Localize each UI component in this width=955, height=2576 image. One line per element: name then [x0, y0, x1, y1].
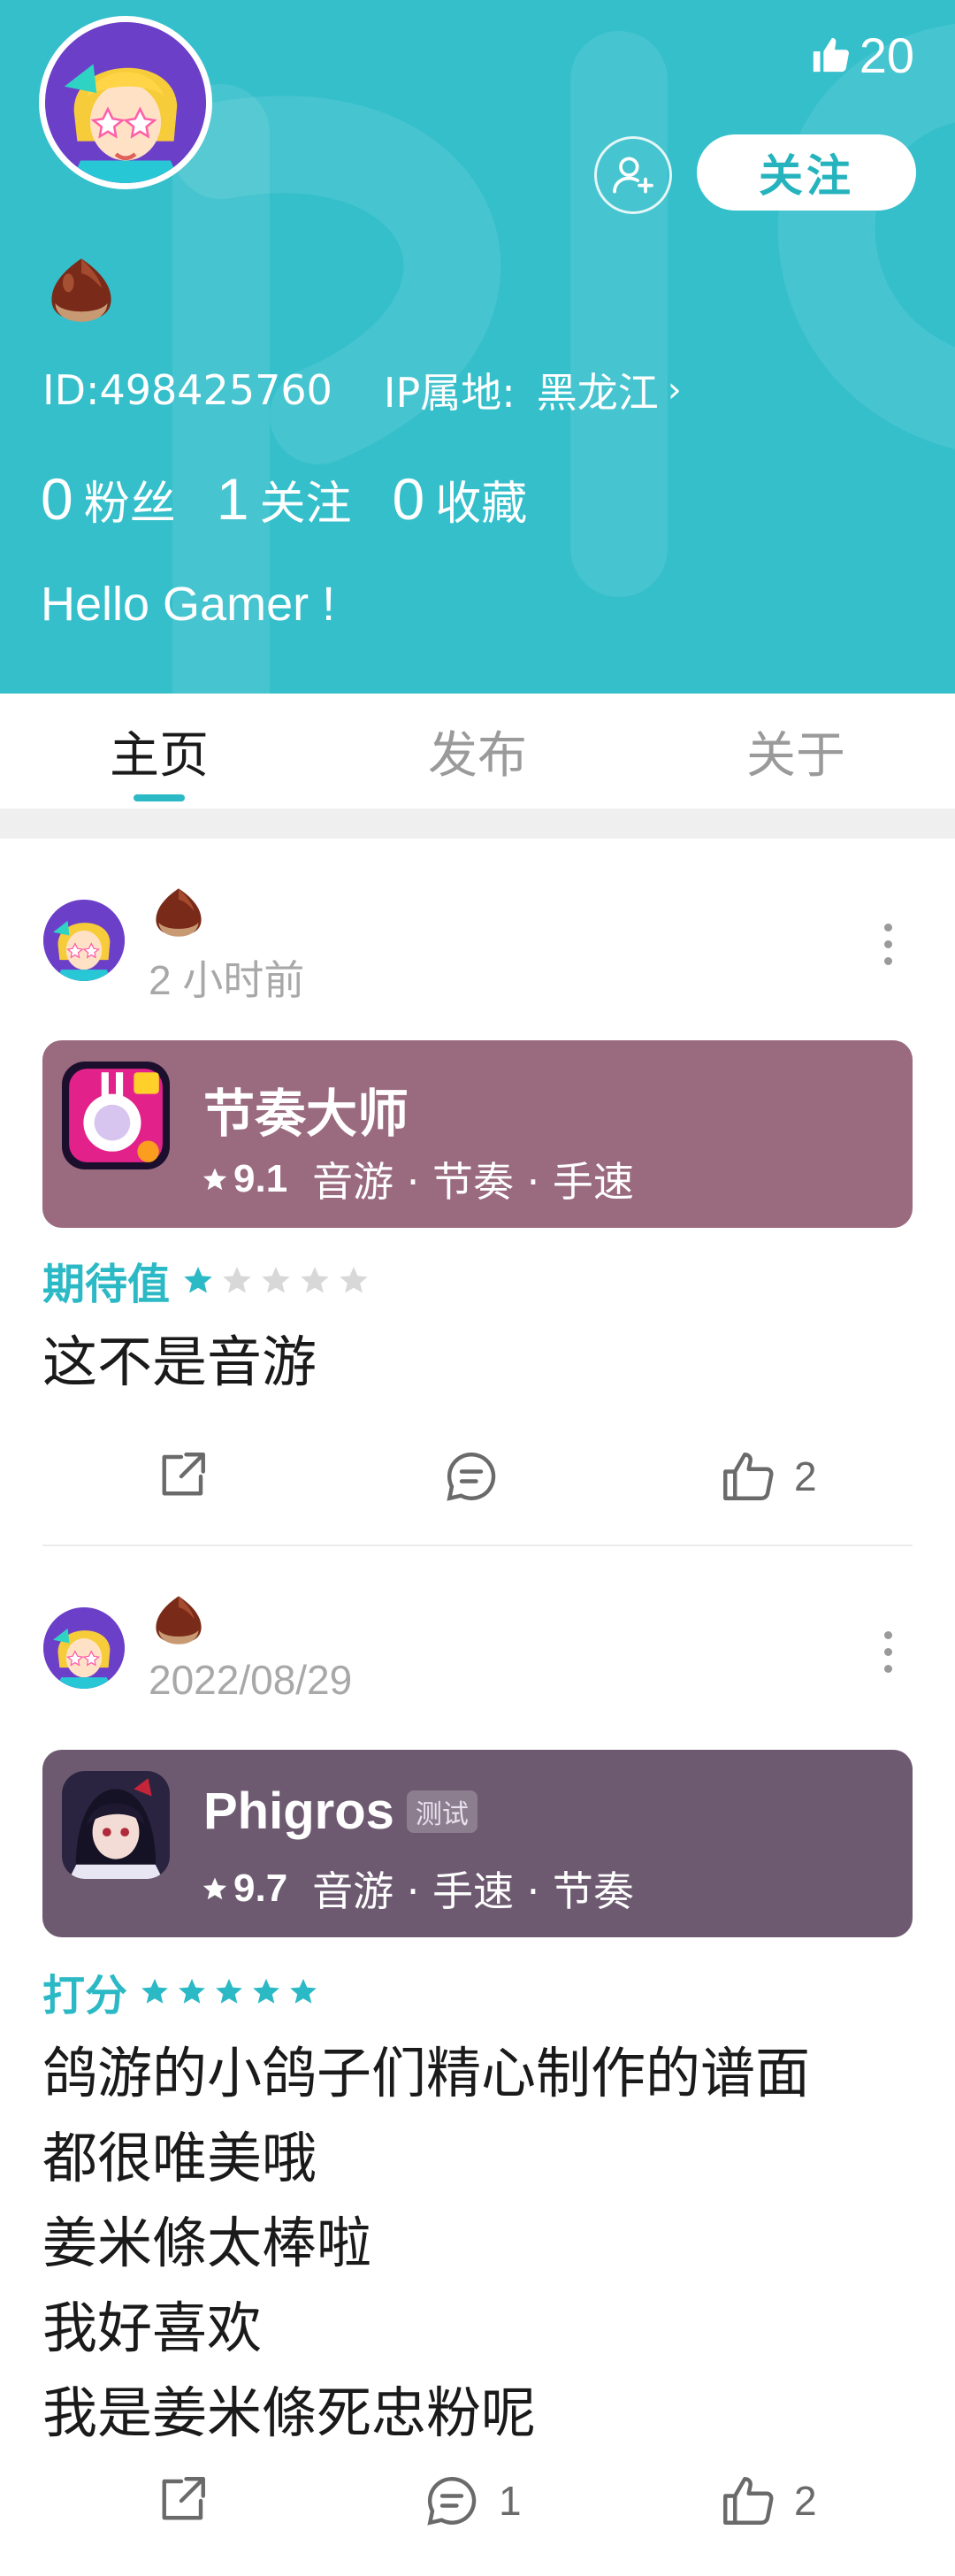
active-tab-indicator: [134, 794, 185, 801]
game-name: Phigros: [203, 1782, 394, 1840]
game-icon-rhythm-master: [62, 1062, 170, 1169]
test-badge: 测试: [406, 1790, 478, 1833]
share-icon: [162, 2477, 205, 2520]
share-button[interactable]: [152, 2472, 210, 2530]
game-title: Phigros 测试: [203, 1782, 478, 1841]
more-options-icon[interactable]: [877, 924, 898, 965]
game-tags: 音游 · 节奏 · 手速: [312, 1158, 634, 1206]
game-meta: 9.7 音游 · 手速 · 节奏: [202, 1859, 634, 1918]
profile-stats: 0 粉丝 1 关注 0 收藏: [41, 465, 568, 536]
ip-location-label[interactable]: IP属地:: [384, 361, 516, 419]
rating-label: 打分: [42, 1971, 128, 2020]
review-post-1: 2 小时前 节奏大师 9.1 音游 · 节奏 · 手速 期待值 这不是音游 2: [0, 839, 955, 1546]
user-id: ID:498425760: [42, 366, 332, 414]
like-button[interactable]: 2: [718, 2472, 817, 2530]
tab-posts[interactable]: 发布: [318, 694, 637, 809]
game-card[interactable]: Phigros 测试 9.7 音游 · 手速 · 节奏: [42, 1750, 913, 1937]
game-score: 9.1: [233, 1157, 288, 1200]
comment-button[interactable]: [442, 1447, 500, 1506]
post-actions: 2: [0, 1447, 955, 1527]
profile-tabs: 主页 发布 关于: [0, 694, 955, 809]
game-title: 节奏大师: [203, 1072, 409, 1146]
star-empty-icon: [340, 1267, 368, 1293]
review-post-2: 2022/08/29 Phigros 测试 9.7 音游 · 手速 · 节奏 打…: [0, 1546, 955, 2576]
profile-meta: ID:498425760 IP属地: 黑龙江 ›: [42, 361, 682, 419]
star-icon: [184, 1267, 212, 1293]
profile-avatar[interactable]: [39, 16, 212, 189]
chestnut-badge-icon: [150, 883, 207, 943]
share-icon: [162, 1453, 205, 1496]
followers-label[interactable]: 粉丝: [84, 466, 176, 533]
game-icon-phigros: [62, 1771, 170, 1879]
following-label[interactable]: 关注: [259, 466, 351, 533]
tab-home[interactable]: 主页: [0, 694, 318, 809]
tab-posts-label: 发布: [428, 726, 527, 785]
post-content[interactable]: 鸽游的小鸽子们精心制作的谱面 都很唯美哦 姜米條太棒啦 我好喜欢 我是姜米條死忠…: [42, 2031, 810, 2456]
star-empty-icon: [301, 1267, 329, 1293]
favorites-count[interactable]: 0: [392, 465, 424, 533]
post-content[interactable]: 这不是音游: [42, 1320, 317, 1405]
chestnut-badge-icon: [150, 1591, 207, 1651]
more-options-icon[interactable]: [877, 1631, 898, 1673]
tab-home-label: 主页: [110, 726, 209, 785]
star-icon: [290, 1978, 317, 2004]
chevron-right-icon[interactable]: ›: [668, 370, 682, 410]
post-line: 这不是音游: [42, 1330, 317, 1394]
star-empty-icon: [262, 1267, 290, 1293]
section-divider: [0, 809, 955, 839]
thumbs-up-icon: [813, 37, 849, 73]
tab-about[interactable]: 关于: [637, 694, 955, 809]
game-meta: 9.1 音游 · 节奏 · 手速: [202, 1150, 634, 1208]
profile-bio: Hello Gamer !: [41, 578, 336, 631]
followers-count[interactable]: 0: [41, 465, 73, 533]
comment-count: 1: [499, 2478, 522, 2524]
post-line: 鸽游的小鸽子们精心制作的谱面: [42, 2041, 811, 2105]
thumbs-up-icon: [723, 1453, 774, 1500]
star-icon: [253, 1978, 279, 2004]
star-icon: [216, 1978, 242, 2004]
thumbs-up-icon: [723, 2477, 774, 2525]
game-score: 9.7: [233, 1867, 288, 1910]
favorites-label[interactable]: 收藏: [435, 466, 527, 533]
post-line: 我是姜米條死忠粉呢: [42, 2380, 537, 2445]
star-icon: [141, 1978, 168, 2004]
star-icon: [179, 1978, 205, 2004]
profile-header: 20 关注 ID:498425760 IP属地: 黑龙江 › 0 粉丝 1 关注…: [0, 0, 955, 694]
comment-icon: [427, 2477, 477, 2526]
post-author-avatar[interactable]: [41, 1605, 127, 1691]
comment-button[interactable]: 1: [423, 2472, 522, 2530]
share-button[interactable]: [152, 1447, 210, 1506]
profile-like-count: 20: [810, 23, 914, 87]
post-author-avatar[interactable]: [41, 897, 127, 984]
follow-button[interactable]: 关注: [697, 134, 916, 211]
tab-about-label: 关于: [746, 726, 845, 785]
following-count[interactable]: 1: [217, 465, 249, 533]
chestnut-badge-icon: [44, 251, 118, 329]
comment-icon: [447, 1453, 496, 1501]
post-line: 我好喜欢: [42, 2296, 263, 2360]
like-button[interactable]: 2: [718, 1447, 817, 1506]
rating-label: 期待值: [42, 1260, 171, 1309]
post-timestamp: 2 小时前: [149, 957, 305, 1003]
star-icon: [202, 1168, 227, 1191]
expectation-rating: 期待值: [42, 1249, 377, 1311]
game-name: 节奏大师: [203, 1084, 409, 1144]
ip-location-value[interactable]: 黑龙江: [537, 361, 659, 419]
post-timestamp: 2022/08/29: [149, 1657, 353, 1703]
star-empty-icon: [223, 1267, 251, 1293]
post-line: 姜米條太棒啦: [42, 2211, 372, 2275]
add-user-icon: [613, 157, 653, 194]
post-actions: 1 2: [0, 2472, 955, 2551]
like-count: 2: [794, 1453, 817, 1499]
score-rating: 打分: [42, 1960, 325, 2022]
like-count: 2: [794, 2478, 817, 2524]
game-tags: 音游 · 手速 · 节奏: [312, 1867, 634, 1915]
like-count-number: 20: [859, 27, 914, 83]
add-friend-button[interactable]: [594, 136, 672, 214]
star-icon: [202, 1877, 227, 1900]
game-card[interactable]: 节奏大师 9.1 音游 · 节奏 · 手速: [42, 1040, 913, 1228]
post-line: 都很唯美哦: [42, 2126, 317, 2190]
